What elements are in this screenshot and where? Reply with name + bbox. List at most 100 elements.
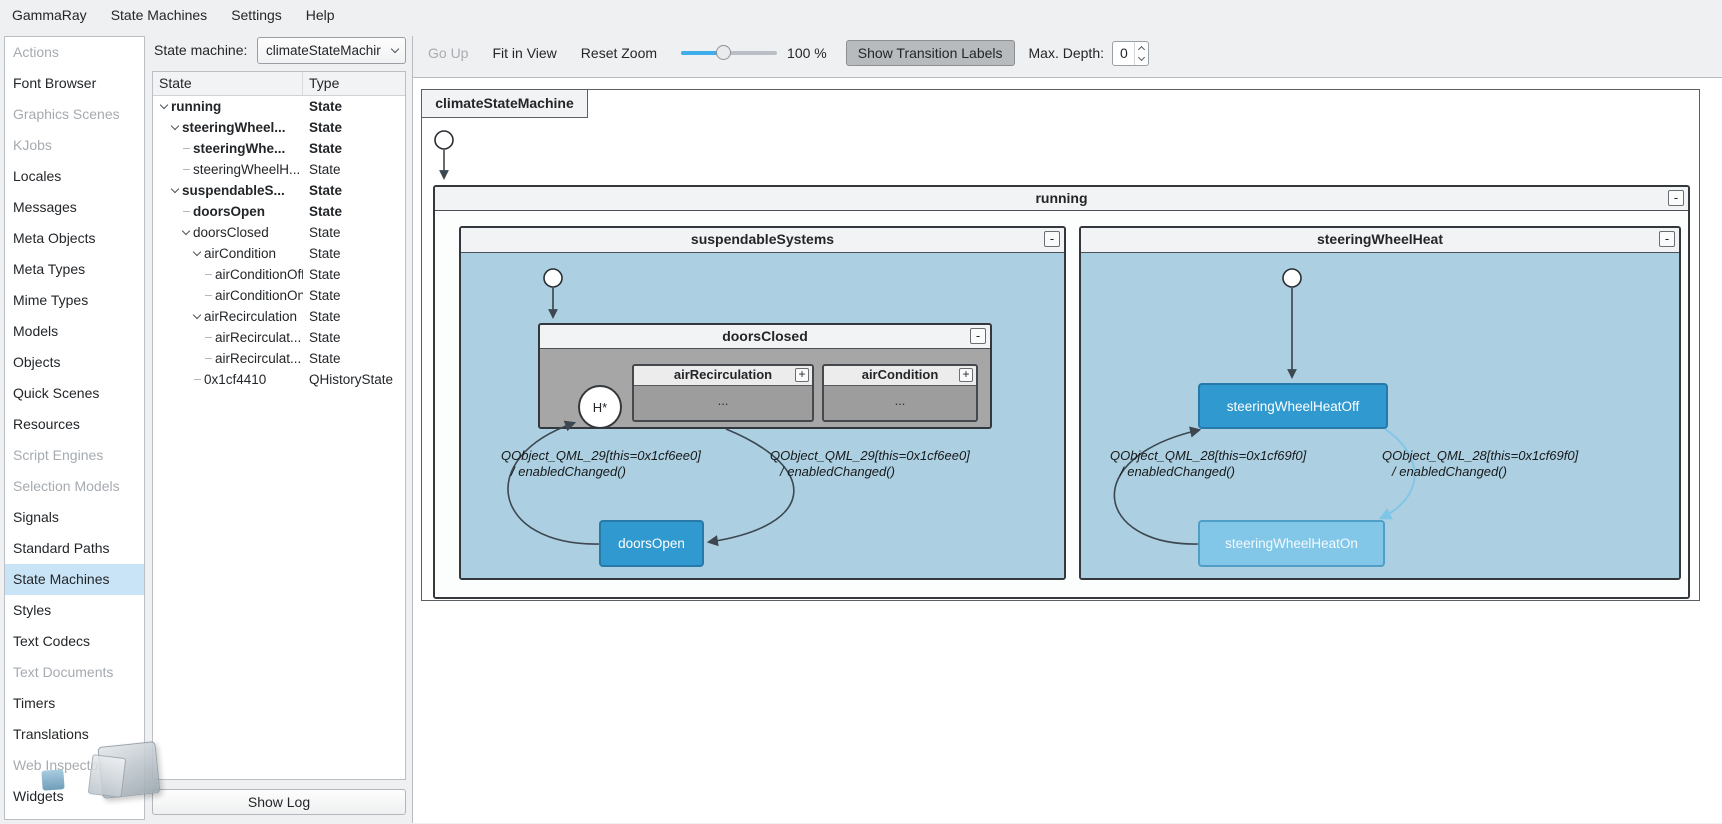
state-doors-open[interactable]: doorsOpen	[599, 520, 704, 567]
state-type: State	[309, 288, 341, 303]
chevron-down-icon	[385, 44, 405, 54]
sidebar-item-meta-types[interactable]: Meta Types	[5, 254, 144, 285]
expander-icon[interactable]	[190, 310, 204, 320]
tree-row-steeringwheelh[interactable]: steeringWheelH... State	[153, 159, 405, 180]
sidebar-item-font-browser[interactable]: Font Browser	[5, 68, 144, 99]
sidebar-item-actions[interactable]: Actions	[5, 37, 144, 68]
state-air-recirculation[interactable]: airRecirculation + ...	[632, 364, 814, 422]
menu-bar: GammaRay State Machines Settings Help	[0, 0, 1722, 30]
tree-row-airconditionoff[interactable]: airConditionOff State	[153, 264, 405, 285]
menu-item-gammaray[interactable]: GammaRay	[0, 0, 99, 30]
state-machine-combo[interactable]: climateStateMachir	[257, 37, 406, 64]
expander-icon[interactable]	[168, 184, 182, 194]
state-type: State	[309, 162, 341, 177]
tree-row-steeringwhe[interactable]: steeringWhe... State	[153, 138, 405, 159]
expander-icon[interactable]	[179, 226, 193, 236]
machine-name-tab[interactable]: climateStateMachine	[421, 89, 588, 118]
sidebar-item-messages[interactable]: Messages	[5, 192, 144, 223]
max-depth-value: 0	[1120, 44, 1128, 61]
tree-row-suspendables[interactable]: suspendableS... State	[153, 180, 405, 201]
history-state[interactable]: H*	[578, 385, 622, 429]
sidebar-item-mime-types[interactable]: Mime Types	[5, 285, 144, 316]
tree-row-0x1cf4410[interactable]: 0x1cf4410 QHistoryState	[153, 369, 405, 390]
collapse-button[interactable]: -	[1659, 231, 1675, 247]
go-up-button[interactable]: Go Up	[428, 45, 468, 61]
state-name: steeringWhe...	[193, 141, 286, 156]
sidebar-item-script-engines[interactable]: Script Engines	[5, 440, 144, 471]
collapse-button[interactable]: -	[970, 328, 986, 344]
transition-signal: QObject_QML_29[this=0x1cf6ee0]	[770, 448, 970, 463]
state-name: airRecirculation	[204, 309, 298, 324]
sidebar-item-models[interactable]: Models	[5, 316, 144, 347]
reset-zoom-button[interactable]: Reset Zoom	[581, 45, 657, 61]
tree-row-airrecirculat[interactable]: airRecirculat... State	[153, 348, 405, 369]
max-depth-spinner[interactable]: 0	[1112, 40, 1149, 66]
state-type: State	[309, 267, 341, 282]
sidebar-item-widgets[interactable]: Widgets	[5, 781, 144, 812]
state-type: State	[309, 141, 343, 156]
state-title: steeringWheelHeat	[1316, 231, 1444, 247]
state-diagram-canvas[interactable]: climateStateMachine running - suspendabl…	[413, 77, 1722, 823]
zoom-percent-label: 100 %	[787, 45, 827, 61]
fit-in-view-button[interactable]: Fit in View	[492, 45, 556, 61]
sidebar-item-quick-scenes[interactable]: Quick Scenes	[5, 378, 144, 409]
state-steering-wheel-heat-off[interactable]: steeringWheelHeatOff	[1198, 383, 1388, 429]
sidebar-item-resources[interactable]: Resources	[5, 409, 144, 440]
transition-label: QObject_QML_29[this=0x1cf6ee0] / enabled…	[770, 448, 970, 480]
state-name: steeringWheelH...	[193, 162, 301, 177]
state-steering-wheel-heat-on[interactable]: steeringWheelHeatOn	[1198, 520, 1385, 567]
expander-icon[interactable]	[168, 121, 182, 131]
zoom-slider[interactable]	[681, 45, 778, 61]
sidebar-item-signals[interactable]: Signals	[5, 502, 144, 533]
slider-handle[interactable]	[716, 45, 732, 60]
column-header-type[interactable]: Type	[303, 72, 405, 95]
state-title: airRecirculation	[673, 367, 773, 382]
tree-row-airconditionon[interactable]: airConditionOn State	[153, 285, 405, 306]
tree-row-running[interactable]: running State	[153, 96, 405, 117]
tree-row-airrecirculat[interactable]: airRecirculat... State	[153, 327, 405, 348]
expand-button[interactable]: +	[795, 368, 809, 382]
sidebar-item-translations[interactable]: Translations	[5, 719, 144, 750]
sidebar-item-graphics-scenes[interactable]: Graphics Scenes	[5, 99, 144, 130]
sidebar-item-locales[interactable]: Locales	[5, 161, 144, 192]
menu-item-settings[interactable]: Settings	[219, 0, 294, 30]
collapse-button[interactable]: -	[1668, 190, 1684, 206]
transition-signal: QObject_QML_28[this=0x1cf69f0]	[1110, 448, 1307, 463]
sidebar-item-standard-paths[interactable]: Standard Paths	[5, 533, 144, 564]
sidebar-item-meta-objects[interactable]: Meta Objects	[5, 223, 144, 254]
sidebar-item-styles[interactable]: Styles	[5, 595, 144, 626]
tree-row-doorsopen[interactable]: doorsOpen State	[153, 201, 405, 222]
tree-row-aircondition[interactable]: airCondition State	[153, 243, 405, 264]
column-header-state[interactable]: State	[153, 72, 303, 95]
sidebar-item-text-codecs[interactable]: Text Codecs	[5, 626, 144, 657]
state-title: airCondition	[861, 367, 939, 382]
sidebar-item-timers[interactable]: Timers	[5, 688, 144, 719]
tree-body: running State steeringWheel... State steerin…	[153, 96, 405, 390]
show-log-button[interactable]: Show Log	[152, 789, 406, 815]
sidebar-item-objects[interactable]: Objects	[5, 347, 144, 378]
show-transition-labels-toggle[interactable]: Show Transition Labels	[845, 40, 1015, 66]
state-name: steeringWheel...	[182, 120, 286, 135]
state-label: doorsOpen	[618, 536, 685, 551]
tree-row-steeringwheel[interactable]: steeringWheel... State	[153, 117, 405, 138]
expand-button[interactable]: +	[959, 368, 973, 382]
state-title: doorsClosed	[722, 328, 808, 344]
expander-icon[interactable]	[190, 247, 204, 257]
tree-row-doorsclosed[interactable]: doorsClosed State	[153, 222, 405, 243]
branch-line	[201, 358, 215, 359]
expander-icon[interactable]	[157, 100, 171, 110]
sidebar-item-state-machines[interactable]: State Machines	[5, 564, 144, 595]
sidebar-item-kjobs[interactable]: KJobs	[5, 130, 144, 161]
sidebar-item-text-documents[interactable]: Text Documents	[5, 657, 144, 688]
collapse-button[interactable]: -	[1044, 231, 1060, 247]
spinner-down-icon[interactable]	[1137, 53, 1146, 61]
spinner-up-icon[interactable]	[1137, 45, 1146, 53]
tree-header: State Type	[153, 72, 405, 96]
state-air-condition[interactable]: airCondition + ...	[822, 364, 978, 422]
branch-line	[201, 337, 215, 338]
tree-row-airrecirculation[interactable]: airRecirculation State	[153, 306, 405, 327]
sidebar-item-web-inspector[interactable]: Web Inspector	[5, 750, 144, 781]
sidebar-item-selection-models[interactable]: Selection Models	[5, 471, 144, 502]
menu-item-state-machines[interactable]: State Machines	[99, 0, 220, 30]
menu-item-help[interactable]: Help	[294, 0, 347, 30]
